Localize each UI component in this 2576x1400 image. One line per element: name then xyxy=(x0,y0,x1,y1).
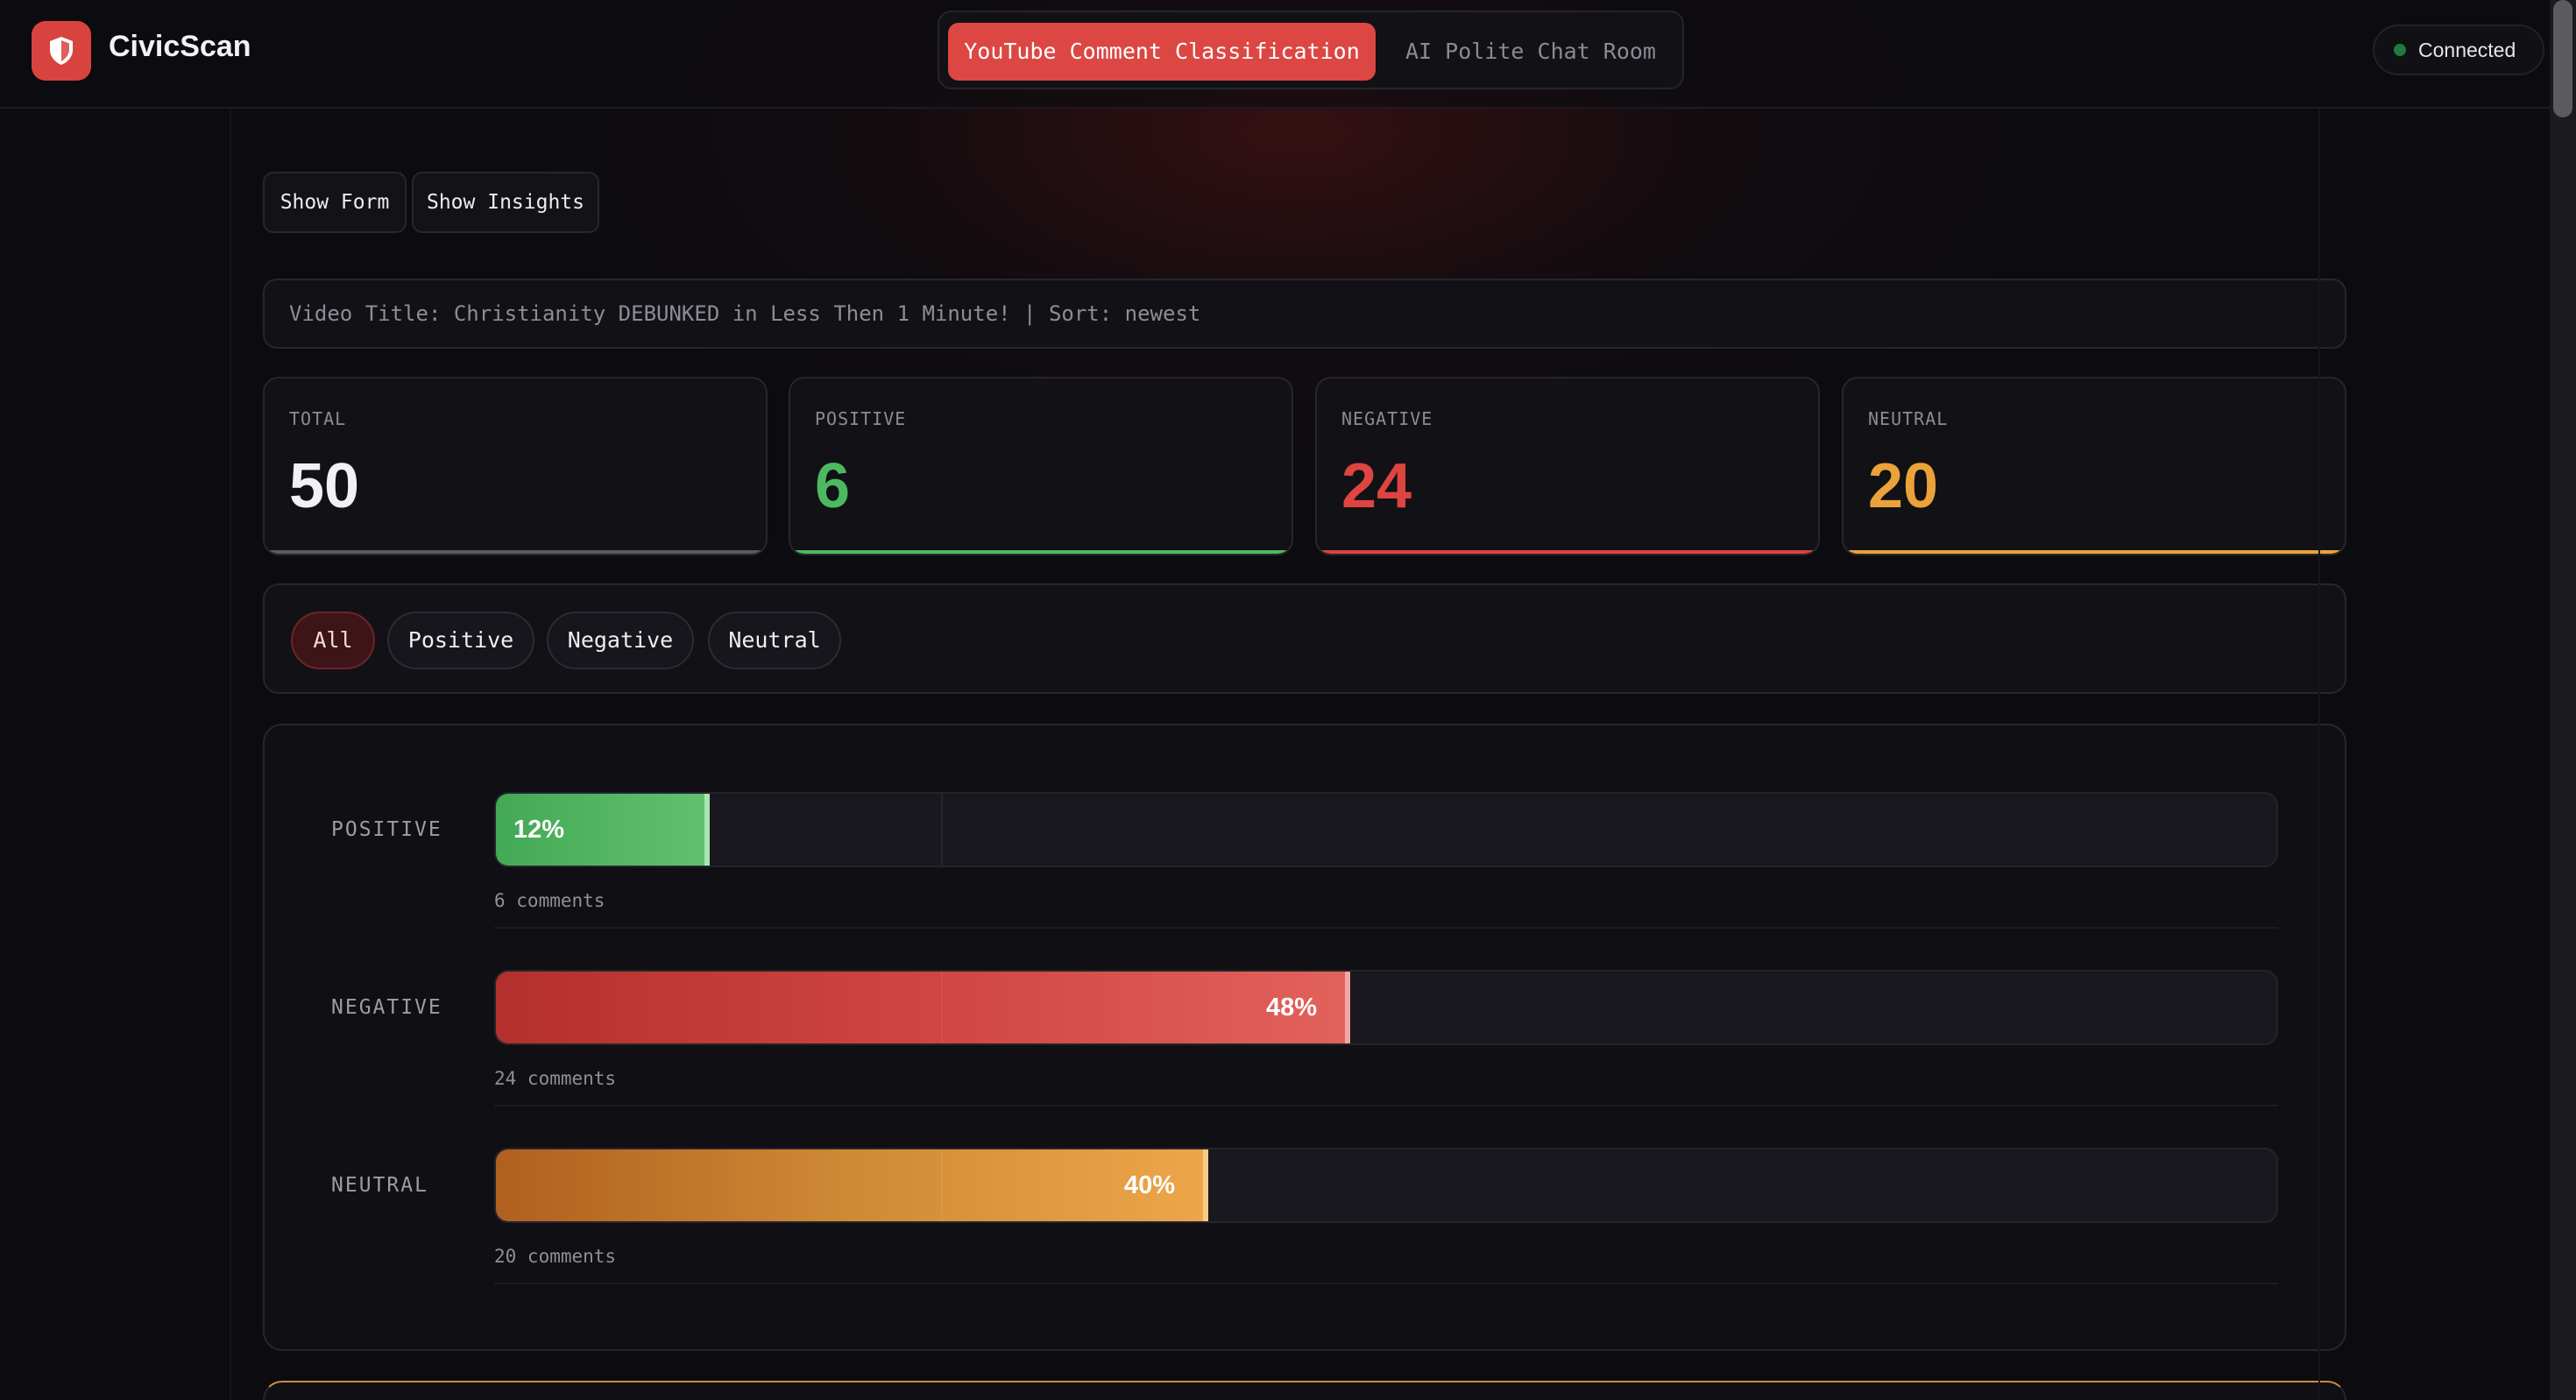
progress-fill xyxy=(496,972,1350,1043)
comment-count: 20 comments xyxy=(494,1246,617,1267)
scrollbar-thumb[interactable] xyxy=(2553,0,2572,117)
insight-label: NEUTRAL xyxy=(331,1174,428,1197)
stat-accent-line xyxy=(1317,550,1818,554)
sentiment-filter-bar: All Positive Negative Neutral xyxy=(263,583,2346,694)
stat-label: NEUTRAL xyxy=(1868,408,1949,429)
stat-card-neutral: NEUTRAL 20 xyxy=(1842,377,2346,555)
top-header: CivicScan YouTube Comment Classification… xyxy=(0,0,2550,109)
filter-all[interactable]: All xyxy=(291,612,375,669)
stat-value: 20 xyxy=(1868,451,1939,521)
stat-label: TOTAL xyxy=(289,408,347,429)
stat-value: 24 xyxy=(1341,451,1412,521)
brand-name: CivicScan xyxy=(109,30,251,63)
progress-track: 12% xyxy=(494,792,2278,867)
stat-card-total: TOTAL 50 xyxy=(263,377,768,555)
progress-cap xyxy=(1345,972,1350,1043)
shield-icon xyxy=(50,37,73,65)
show-form-button[interactable]: Show Form xyxy=(263,172,407,233)
tab-ai-polite-chat-room[interactable]: AI Polite Chat Room xyxy=(1395,23,1667,81)
insight-label: POSITIVE xyxy=(331,818,442,841)
stat-accent-line xyxy=(265,550,766,554)
stat-card-positive: POSITIVE 6 xyxy=(789,377,1293,555)
stat-label: POSITIVE xyxy=(815,408,907,429)
insight-row-neutral: NEUTRAL 40% 20 comments xyxy=(265,1081,2348,1284)
track-divider xyxy=(941,1149,943,1221)
stat-value: 6 xyxy=(815,451,851,521)
status-dot-icon xyxy=(2394,44,2406,56)
percent-label: 48% xyxy=(1266,993,1318,1022)
connection-status-label: Connected xyxy=(2418,38,2516,61)
insights-panel: POSITIVE 12% 6 comments NEGATIVE 48% 24 … xyxy=(263,724,2346,1351)
page: CivicScan YouTube Comment Classification… xyxy=(0,0,2550,1400)
video-info-bar: Video Title: Christianity DEBUNKED in Le… xyxy=(263,279,2346,349)
row-divider xyxy=(494,1283,2278,1284)
stat-accent-line xyxy=(790,550,1292,554)
stat-value: 50 xyxy=(289,451,360,521)
next-card-edge xyxy=(263,1381,2346,1400)
connection-status-badge: Connected xyxy=(2373,25,2544,75)
app-logo[interactable] xyxy=(32,21,91,81)
progress-fill xyxy=(496,1149,1208,1221)
filter-positive[interactable]: Positive xyxy=(387,612,534,669)
percent-label: 12% xyxy=(513,816,565,844)
filter-neutral[interactable]: Neutral xyxy=(708,612,841,669)
progress-track: 40% xyxy=(494,1148,2278,1223)
stat-label: NEGATIVE xyxy=(1341,408,1433,429)
page-scrollbar[interactable] xyxy=(2550,0,2576,1400)
track-divider xyxy=(941,972,943,1043)
mode-tabs: YouTube Comment Classification AI Polite… xyxy=(938,11,1684,89)
insight-row-negative: NEGATIVE 48% 24 comments xyxy=(265,903,2348,1107)
insight-row-positive: POSITIVE 12% 6 comments xyxy=(265,725,2348,929)
progress-cap xyxy=(704,794,710,866)
track-divider xyxy=(941,794,943,866)
stat-card-negative: NEGATIVE 24 xyxy=(1315,377,1820,555)
insight-label: NEGATIVE xyxy=(331,996,442,1019)
filter-negative[interactable]: Negative xyxy=(547,612,694,669)
percent-label: 40% xyxy=(1124,1171,1176,1199)
tab-youtube-comment-classification[interactable]: YouTube Comment Classification xyxy=(948,23,1376,81)
stat-accent-line xyxy=(1844,550,2345,554)
progress-track: 48% xyxy=(494,970,2278,1045)
show-insights-button[interactable]: Show Insights xyxy=(412,172,599,233)
progress-cap xyxy=(1203,1149,1208,1221)
